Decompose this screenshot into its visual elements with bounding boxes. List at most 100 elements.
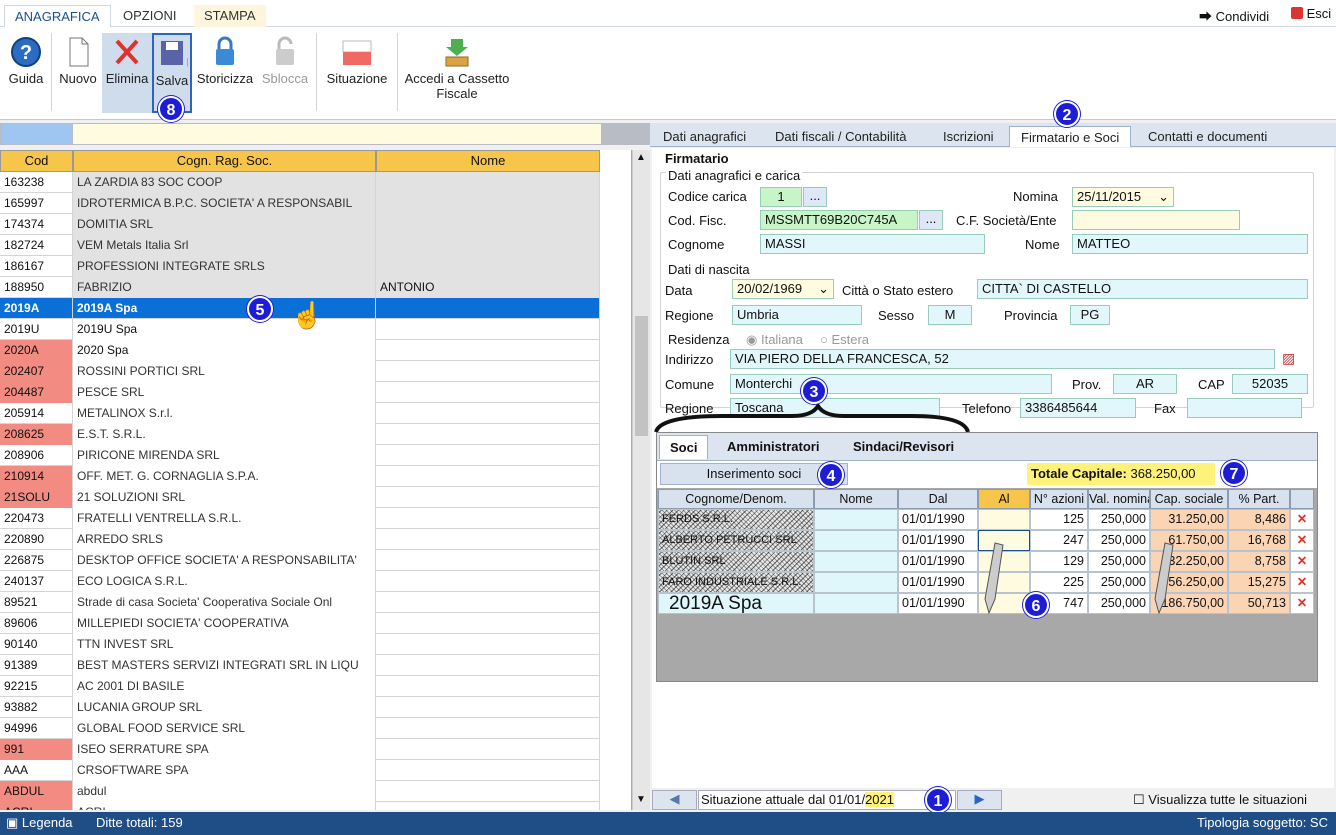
scroll-up-icon[interactable]: ▲ (636, 152, 646, 163)
delete-row-icon[interactable]: ✕ (1290, 509, 1314, 530)
soci-cell[interactable]: 247 (1030, 530, 1088, 551)
tab-sindaci[interactable]: Sindaci/Revisori (843, 435, 964, 459)
soci-cell[interactable]: 01/01/1990 (898, 572, 978, 593)
soci-cell[interactable]: 01/01/1990 (898, 593, 978, 614)
table-row[interactable]: 208625 E.S.T. S.R.L. (0, 424, 600, 445)
soci-cell[interactable]: FARO INDUSTRIALE S.R.L. (658, 572, 814, 593)
comune-field[interactable]: Monterchi (730, 374, 1052, 394)
table-row[interactable]: 165997 IDROTERMICA B.P.C. SOCIETA' A RESP… (0, 193, 600, 214)
soci-cell[interactable]: 250,000 (1088, 509, 1150, 530)
soci-col-header[interactable]: Cognome/Denom. (658, 489, 814, 509)
soci-cell[interactable]: 250,000 (1088, 593, 1150, 614)
soci-cell[interactable]: 15,275 (1228, 572, 1290, 593)
nomina-field[interactable]: 25/11/2015 ⌄ (1072, 187, 1174, 207)
soci-cell[interactable]: 31.250,00 (1150, 509, 1228, 530)
col-cod[interactable]: Cod (0, 150, 73, 172)
sesso-field[interactable]: M (928, 305, 972, 325)
table-row[interactable]: 92215 AC 2001 DI BASILE (0, 676, 600, 697)
soci-cell[interactable]: ALBERTO PETRUCCI SRL (658, 530, 814, 551)
soci-cell[interactable]: 01/01/1990 (898, 530, 978, 551)
cassetto-fiscale-button[interactable]: Accedi a Cassetto Fiscale (402, 33, 512, 113)
soci-cell[interactable]: 250,000 (1088, 551, 1150, 572)
table-row[interactable]: 208906 PIRICONE MIRENDA SRL (0, 445, 600, 466)
table-row[interactable]: ABDUL abdul (0, 781, 600, 802)
cognome-field[interactable]: MASSI (760, 234, 985, 254)
table-row[interactable]: 188950 FABRIZIO ANTONIO (0, 277, 600, 298)
tab-stampa[interactable]: STAMPA (194, 5, 266, 27)
tab-contatti[interactable]: Contatti e documenti (1137, 126, 1278, 147)
next-situation-button[interactable]: ▶ (957, 790, 1002, 810)
table-row[interactable]: 186167 PROFESSIONI INTEGRATE SRLS (0, 256, 600, 277)
table-row[interactable]: 89521 Strade di casa Societa' Cooperativa… (0, 592, 600, 613)
table-row[interactable]: 204487 PESCE SRL (0, 382, 600, 403)
table-row[interactable]: 2020A 2020 Spa (0, 340, 600, 361)
regione-field[interactable]: Umbria (732, 305, 862, 325)
soci-cell[interactable]: 01/01/1990 (898, 551, 978, 572)
table-row[interactable]: 91389 BEST MASTERS SERVIZI INTEGRATI SRL … (0, 655, 600, 676)
left-scrollbar[interactable]: ▲ ▼ (632, 150, 650, 810)
soci-cell[interactable] (978, 509, 1030, 530)
soci-cell[interactable]: BLUTIN SRL (658, 551, 814, 572)
soci-col-header[interactable]: Dal (898, 489, 978, 509)
table-row[interactable]: 202407 ROSSINI PORTICI SRL (0, 361, 600, 382)
map-icon[interactable]: ▨ (1282, 350, 1295, 367)
table-row[interactable]: 174374 DOMITIA SRL (0, 214, 600, 235)
cap-field[interactable]: 52035 (1232, 374, 1308, 394)
tab-dati-fiscali[interactable]: Dati fiscali / Contabilità (764, 126, 918, 147)
share-button[interactable]: ⮕ Condividi (1199, 6, 1269, 25)
sblocca-button[interactable]: Sblocca (258, 33, 312, 113)
chevron-down-icon[interactable]: ⌄ (1158, 189, 1169, 205)
soci-cell[interactable]: FERDS S.R.L. (658, 509, 814, 530)
soci-cell[interactable]: 8,486 (1228, 509, 1290, 530)
exit-button[interactable]: Esci (1291, 6, 1331, 21)
table-row[interactable]: 991 ISEO SERRATURE SPA (0, 739, 600, 760)
table-row[interactable]: 205914 METALINOX S.r.l. (0, 403, 600, 424)
col-rag[interactable]: Cogn. Rag. Soc. (73, 150, 376, 172)
soci-cell[interactable]: 16,768 (1228, 530, 1290, 551)
table-row[interactable]: 90140 TTN INVEST SRL (0, 634, 600, 655)
soci-col-header[interactable]: Nome (814, 489, 898, 509)
codice-carica-lookup-button[interactable]: ... (803, 187, 827, 207)
soci-cell[interactable]: 225 (1030, 572, 1088, 593)
cf-lookup-button[interactable]: ... (919, 210, 943, 230)
soci-cell[interactable]: 50,713 (1228, 593, 1290, 614)
table-row[interactable]: 182724 VEM Metals Italia Srl (0, 235, 600, 256)
soci-cell[interactable] (814, 530, 898, 551)
cf-field[interactable]: MSSMTT69B20C745A (760, 210, 918, 230)
scroll-down-icon[interactable]: ▼ (636, 794, 646, 805)
table-row[interactable]: 94996 GLOBAL FOOD SERVICE SRL (0, 718, 600, 739)
provincia-field[interactable]: PG (1070, 305, 1110, 325)
storicizza-button[interactable]: Storicizza (194, 33, 256, 113)
table-row[interactable]: 226875 DESKTOP OFFICE SOCIETA' A RESPONSA… (0, 550, 600, 571)
table-row[interactable]: 210914 OFF. MET. G. CORNAGLIA S.P.A. (0, 466, 600, 487)
soci-cell[interactable]: 01/01/1990 (898, 509, 978, 530)
cod-filter[interactable] (2, 124, 72, 144)
indirizzo-field[interactable]: VIA PIERO DELLA FRANCESCA, 52 (730, 349, 1275, 369)
soci-col-header[interactable]: % Part. (1228, 489, 1290, 509)
cf-societa-field[interactable] (1072, 210, 1240, 230)
table-row[interactable]: 163238 LA ZARDIA 83 SOC COOP (0, 172, 600, 193)
codice-carica-field[interactable]: 1 (760, 187, 802, 207)
soci-cell[interactable]: 2019A Spa (658, 593, 814, 614)
soci-cell[interactable] (814, 593, 898, 614)
table-row[interactable]: AAA CRSOFTWARE SPA (0, 760, 600, 781)
nome-field[interactable]: MATTEO (1072, 234, 1308, 254)
delete-row-icon[interactable]: ✕ (1290, 530, 1314, 551)
delete-row-icon[interactable]: ✕ (1290, 572, 1314, 593)
prov-field[interactable]: AR (1113, 374, 1177, 394)
italiana-radio[interactable]: ◉ Italiana (746, 332, 803, 348)
elimina-button[interactable]: Elimina (102, 33, 152, 113)
soci-cell[interactable] (814, 572, 898, 593)
soci-cell[interactable]: 8,758 (1228, 551, 1290, 572)
guida-button[interactable]: ? Guida (4, 33, 48, 113)
table-row[interactable]: 220890 ARREDO SRLS (0, 529, 600, 550)
tab-opzioni[interactable]: OPZIONI (113, 5, 186, 27)
tab-soci[interactable]: Soci (659, 435, 709, 459)
soci-col-header[interactable]: N° azioni (1030, 489, 1088, 509)
soci-cell[interactable] (814, 509, 898, 530)
scroll-thumb[interactable] (635, 316, 648, 436)
name-filter[interactable] (73, 124, 601, 144)
fax-field[interactable] (1187, 398, 1302, 418)
tab-anagrafica[interactable]: ANAGRAFICA (4, 5, 111, 27)
prev-situation-button[interactable]: ◀ (652, 790, 697, 810)
